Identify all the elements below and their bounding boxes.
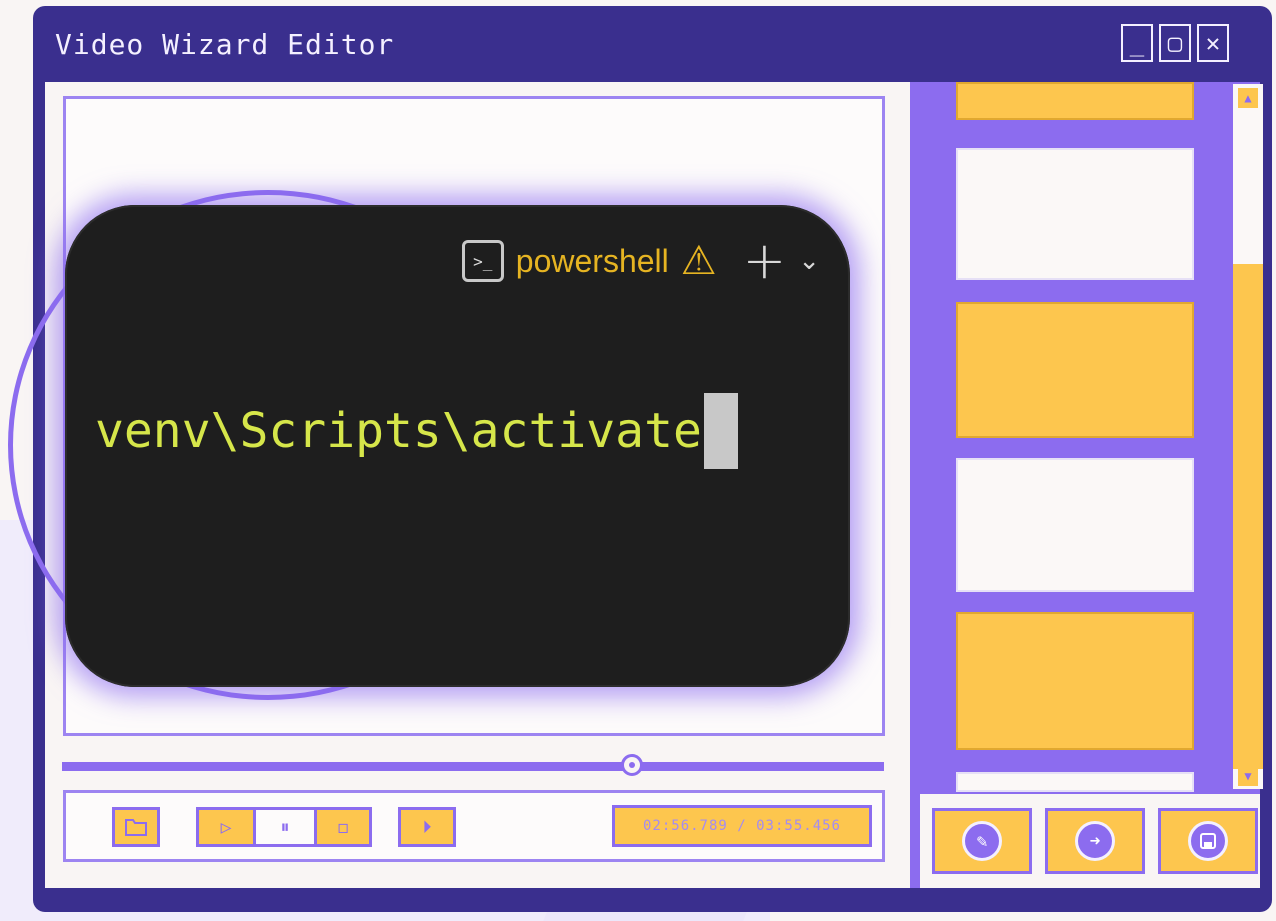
play-icon: ▷ — [220, 816, 232, 838]
stop-icon: ◻ — [337, 816, 349, 838]
scroll-up-button[interactable]: ▲ — [1238, 88, 1258, 108]
title-bar[interactable]: Video Wizard Editor _ ▢ ✕ — [33, 6, 1272, 82]
open-folder-button[interactable] — [112, 807, 160, 847]
terminal-overlay[interactable]: >_ powershell ⚠ + ⌄ venv\Scripts\activat… — [65, 205, 850, 687]
minimize-button[interactable]: _ — [1121, 24, 1153, 62]
timeline-playhead[interactable] — [621, 754, 643, 776]
timeline-track[interactable] — [62, 762, 884, 771]
add-terminal-icon[interactable]: + — [743, 231, 787, 291]
edit-button[interactable]: ✎ — [932, 808, 1032, 874]
command-text: venv\Scripts\activate — [95, 403, 702, 459]
folder-icon — [125, 819, 147, 836]
pencil-icon: ✎ — [962, 821, 1002, 861]
export-button[interactable]: ➜ — [1045, 808, 1145, 874]
terminal-command-line[interactable]: venv\Scripts\activate — [95, 393, 738, 469]
shell-label[interactable]: powershell — [516, 243, 669, 280]
clip-thumbnail[interactable] — [956, 458, 1194, 592]
chevron-up-icon: ▲ — [1244, 91, 1252, 105]
warning-icon[interactable]: ⚠ — [681, 238, 717, 284]
pause-button[interactable]: ⏸ — [253, 807, 317, 847]
scrollbar-thumb[interactable] — [1233, 264, 1263, 769]
next-frame-icon: ⏵ — [422, 816, 432, 838]
scroll-down-button[interactable]: ▼ — [1238, 766, 1258, 786]
terminal-icon: >_ — [461, 240, 504, 282]
clip-actions: ✎ ➜ — [920, 794, 1260, 888]
play-button[interactable]: ▷ — [196, 807, 256, 847]
clip-panel: ▲ ▼ ✎ ➜ — [920, 82, 1263, 888]
close-button[interactable]: ✕ — [1197, 24, 1229, 62]
window-title: Video Wizard Editor — [55, 28, 395, 61]
clip-thumbnail[interactable] — [956, 82, 1194, 120]
clip-scrollbar[interactable]: ▲ ▼ — [1233, 84, 1263, 789]
minimize-icon: _ — [1129, 29, 1145, 57]
clip-thumbnail[interactable] — [956, 772, 1194, 792]
text-cursor — [703, 393, 738, 469]
close-icon: ✕ — [1205, 29, 1221, 57]
time-display: 02:56.789 / 03:55.456 — [612, 805, 872, 847]
clip-thumbnail[interactable] — [956, 612, 1194, 750]
arrow-right-icon: ➜ — [1075, 821, 1115, 861]
save-button[interactable] — [1158, 808, 1258, 874]
terminal-header: >_ powershell ⚠ + ⌄ — [461, 231, 820, 291]
next-frame-button[interactable]: ⏵ — [398, 807, 456, 847]
maximize-button[interactable]: ▢ — [1159, 24, 1191, 62]
maximize-icon: ▢ — [1167, 29, 1183, 57]
playback-controls: ▷ ⏸ ◻ ⏵ 02:56.789 / 03:55.456 — [63, 790, 885, 862]
clip-thumbnail[interactable] — [956, 302, 1194, 438]
stop-button[interactable]: ◻ — [314, 807, 372, 847]
save-icon — [1188, 821, 1228, 861]
pause-icon: ⏸ — [280, 816, 290, 838]
chevron-down-icon[interactable]: ⌄ — [798, 246, 820, 276]
clip-thumbnail[interactable] — [956, 148, 1194, 280]
chevron-down-icon: ▼ — [1244, 769, 1252, 783]
